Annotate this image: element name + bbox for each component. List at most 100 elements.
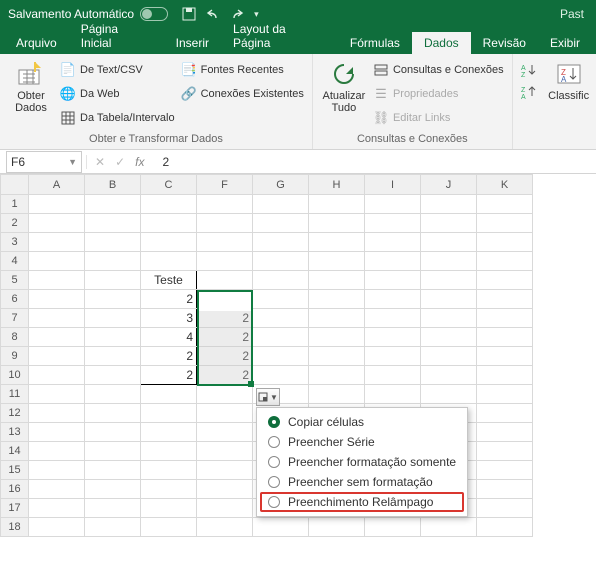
- cell-F4[interactable]: [197, 252, 253, 271]
- cell-A11[interactable]: [29, 385, 85, 404]
- cell-J6[interactable]: [421, 290, 477, 309]
- confirm-icon[interactable]: ✓: [115, 155, 125, 169]
- row-header-3[interactable]: 3: [1, 233, 29, 252]
- tab-fórmulas[interactable]: Fórmulas: [338, 32, 412, 54]
- cell-H4[interactable]: [309, 252, 365, 271]
- cell-F13[interactable]: [197, 423, 253, 442]
- consultas-conexoes-button[interactable]: Consultas e Conexões: [373, 60, 504, 80]
- cell-A12[interactable]: [29, 404, 85, 423]
- cancel-icon[interactable]: ✕: [95, 155, 105, 169]
- cell-G3[interactable]: [253, 233, 309, 252]
- cell-B12[interactable]: [85, 404, 141, 423]
- cell-G10[interactable]: [253, 366, 309, 385]
- cell-B5[interactable]: [85, 271, 141, 290]
- row-header-15[interactable]: 15: [1, 461, 29, 480]
- fontes-recentes-button[interactable]: 📑Fontes Recentes: [181, 60, 304, 80]
- cell-I2[interactable]: [365, 214, 421, 233]
- col-header-I[interactable]: I: [365, 175, 421, 195]
- cell-B8[interactable]: [85, 328, 141, 347]
- cell-G1[interactable]: [253, 195, 309, 214]
- row-header-12[interactable]: 12: [1, 404, 29, 423]
- cell-A7[interactable]: [29, 309, 85, 328]
- row-header-8[interactable]: 8: [1, 328, 29, 347]
- cell-C3[interactable]: [141, 233, 197, 252]
- cell-H1[interactable]: [309, 195, 365, 214]
- cell-A3[interactable]: [29, 233, 85, 252]
- cell-G4[interactable]: [253, 252, 309, 271]
- cell-C5[interactable]: Teste: [141, 271, 197, 290]
- cell-A14[interactable]: [29, 442, 85, 461]
- tab-arquivo[interactable]: Arquivo: [4, 32, 69, 54]
- col-header-A[interactable]: A: [29, 175, 85, 195]
- cell-G9[interactable]: [253, 347, 309, 366]
- fx-icon[interactable]: fx: [135, 155, 144, 169]
- cell-K9[interactable]: [477, 347, 533, 366]
- row-header-13[interactable]: 13: [1, 423, 29, 442]
- cell-B6[interactable]: [85, 290, 141, 309]
- cell-C6[interactable]: 2: [141, 290, 197, 309]
- cell-B9[interactable]: [85, 347, 141, 366]
- tab-revisão[interactable]: Revisão: [471, 32, 538, 54]
- cell-A18[interactable]: [29, 518, 85, 537]
- cell-K2[interactable]: [477, 214, 533, 233]
- col-header-J[interactable]: J: [421, 175, 477, 195]
- cell-A16[interactable]: [29, 480, 85, 499]
- row-header-5[interactable]: 5: [1, 271, 29, 290]
- cell-H18[interactable]: [309, 518, 365, 537]
- cell-C2[interactable]: [141, 214, 197, 233]
- row-header-16[interactable]: 16: [1, 480, 29, 499]
- cell-H9[interactable]: [309, 347, 365, 366]
- cell-H2[interactable]: [309, 214, 365, 233]
- cell-K8[interactable]: [477, 328, 533, 347]
- cell-B4[interactable]: [85, 252, 141, 271]
- cell-B1[interactable]: [85, 195, 141, 214]
- sort-desc-button[interactable]: ZA: [521, 82, 537, 102]
- cell-K14[interactable]: [477, 442, 533, 461]
- cell-K7[interactable]: [477, 309, 533, 328]
- cell-F6[interactable]: 2: [197, 290, 253, 309]
- autofill-options-button[interactable]: ▼: [256, 388, 280, 406]
- cell-K12[interactable]: [477, 404, 533, 423]
- autofill-option[interactable]: Preencher Série: [260, 432, 464, 452]
- cell-I9[interactable]: [365, 347, 421, 366]
- cell-J18[interactable]: [421, 518, 477, 537]
- tab-inserir[interactable]: Inserir: [164, 32, 221, 54]
- cell-I18[interactable]: [365, 518, 421, 537]
- cell-C17[interactable]: [141, 499, 197, 518]
- row-header-14[interactable]: 14: [1, 442, 29, 461]
- save-icon[interactable]: [182, 7, 196, 21]
- autofill-option[interactable]: Preencher sem formatação: [260, 472, 464, 492]
- cell-G7[interactable]: [253, 309, 309, 328]
- cell-C15[interactable]: [141, 461, 197, 480]
- cell-A8[interactable]: [29, 328, 85, 347]
- cell-K17[interactable]: [477, 499, 533, 518]
- cell-A9[interactable]: [29, 347, 85, 366]
- cell-I8[interactable]: [365, 328, 421, 347]
- cell-I3[interactable]: [365, 233, 421, 252]
- tab-layout-da-página[interactable]: Layout da Página: [221, 18, 338, 54]
- cell-G18[interactable]: [253, 518, 309, 537]
- row-header-11[interactable]: 11: [1, 385, 29, 404]
- cell-B11[interactable]: [85, 385, 141, 404]
- name-box[interactable]: F6 ▼: [6, 151, 82, 173]
- cell-C16[interactable]: [141, 480, 197, 499]
- cell-J5[interactable]: [421, 271, 477, 290]
- cell-K15[interactable]: [477, 461, 533, 480]
- cell-A15[interactable]: [29, 461, 85, 480]
- cell-F3[interactable]: [197, 233, 253, 252]
- cell-I5[interactable]: [365, 271, 421, 290]
- cell-K13[interactable]: [477, 423, 533, 442]
- cell-H5[interactable]: [309, 271, 365, 290]
- cell-F17[interactable]: [197, 499, 253, 518]
- spreadsheet-grid[interactable]: ABCFGHIJK12345Teste622732842922102211121…: [0, 174, 596, 537]
- cell-F5[interactable]: [197, 271, 253, 290]
- cell-H10[interactable]: [309, 366, 365, 385]
- row-header-18[interactable]: 18: [1, 518, 29, 537]
- cell-A5[interactable]: [29, 271, 85, 290]
- col-header-K[interactable]: K: [477, 175, 533, 195]
- cell-F10[interactable]: 2: [197, 366, 253, 385]
- cell-C12[interactable]: [141, 404, 197, 423]
- select-all-corner[interactable]: [1, 175, 29, 195]
- row-header-17[interactable]: 17: [1, 499, 29, 518]
- tab-exibir[interactable]: Exibir: [538, 32, 592, 54]
